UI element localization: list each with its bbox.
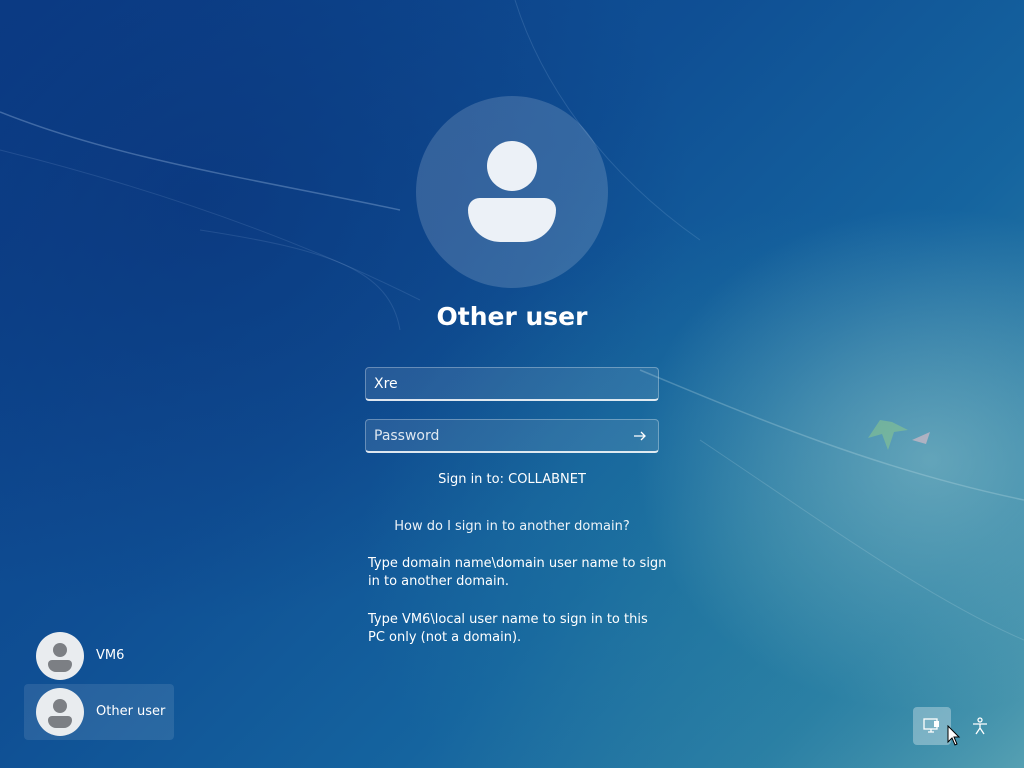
accessibility-button[interactable] [961,707,999,745]
other-domain-help-link[interactable]: How do I sign in to another domain? [312,519,712,534]
user-avatar-large [416,96,608,288]
domain-help-text: Type domain name\domain user name to sig… [368,556,667,589]
network-icon [923,718,939,733]
mouse-cursor-icon [947,725,961,746]
avatar-body [468,198,556,242]
local-help-text: Type VM6\local user name to sign in to t… [368,612,648,645]
submit-arrow-button[interactable] [630,426,650,446]
arrow-right-icon [634,431,646,441]
avatar-head [487,141,537,191]
username-input[interactable] [366,368,626,399]
password-field-container [365,419,659,453]
user-display-name: Other user [436,302,588,331]
user-avatar [36,632,84,680]
user-tile-label: VM6 [96,648,125,663]
user-avatar [36,688,84,736]
network-button[interactable] [913,707,951,745]
accessibility-icon [973,717,987,735]
user-tile-vm6[interactable]: VM6 [24,628,174,684]
sign-in-domain-label: Sign in to: COLLABNET [438,472,586,487]
password-input[interactable] [366,420,626,451]
user-tile-label: Other user [96,704,166,719]
user-tile-other-user[interactable]: Other user [24,684,174,740]
username-field-container [365,367,659,401]
